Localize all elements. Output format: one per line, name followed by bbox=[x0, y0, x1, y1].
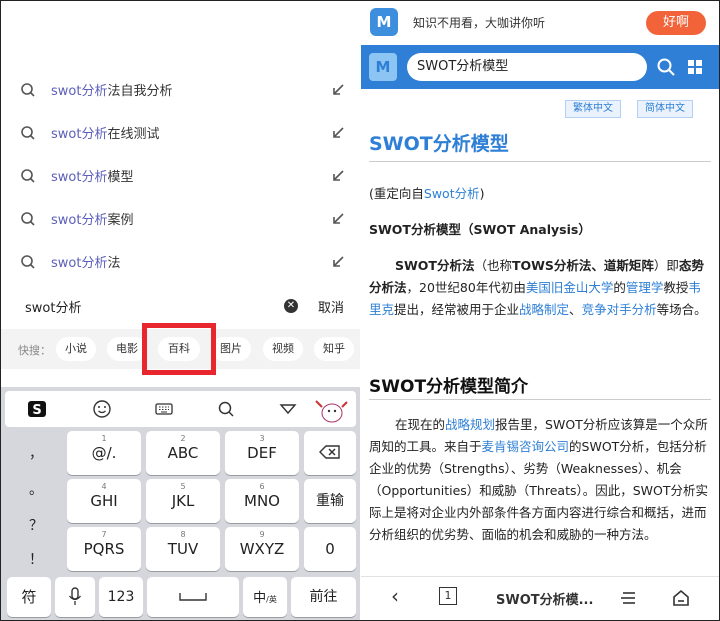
search-icon[interactable] bbox=[216, 399, 236, 419]
number-mode-key[interactable]: 123 bbox=[99, 577, 143, 617]
exclaim-key[interactable]: ！ bbox=[11, 549, 61, 569]
key-5[interactable]: 5 JKL bbox=[146, 479, 220, 523]
intro-paragraph: SWOT分析法（也称TOWS分析法、道斯矩阵）即态势分析法，20世纪80年代初由… bbox=[369, 258, 707, 317]
suggestion-item[interactable]: swot分析法自我分析 bbox=[1, 69, 360, 112]
reenter-key[interactable]: 重输 bbox=[304, 479, 356, 523]
suggestion-text: swot分析法 bbox=[51, 256, 121, 271]
chip-images[interactable]: 图片 bbox=[211, 337, 251, 361]
chip-zhihu[interactable]: 知乎 bbox=[314, 337, 354, 361]
chip-novel[interactable]: 小说 bbox=[56, 337, 96, 361]
language-key[interactable]: 中/英 bbox=[243, 577, 287, 617]
suggestion-text: swot分析模型 bbox=[51, 170, 134, 185]
app-logo-icon: M bbox=[370, 8, 398, 36]
chip-movie[interactable]: 电影 bbox=[107, 337, 147, 361]
section-heading: SWOT分析模型简介 bbox=[369, 377, 529, 397]
search-icon bbox=[21, 212, 35, 226]
cancel-button[interactable]: 取消 bbox=[318, 297, 344, 316]
period-key[interactable]: 。 bbox=[11, 479, 61, 499]
emoji-icon[interactable] bbox=[92, 399, 112, 419]
sogou-logo-icon[interactable]: S bbox=[27, 399, 47, 419]
browser-toolbar: ‹ 1 SWOT分析模... bbox=[361, 576, 719, 620]
key-4[interactable]: 4 GHI bbox=[67, 479, 141, 523]
suggestion-item[interactable]: swot分析模型 bbox=[1, 155, 360, 198]
backspace-key[interactable] bbox=[304, 431, 356, 475]
search-icon bbox=[21, 169, 35, 183]
chip-video[interactable]: 视频 bbox=[263, 337, 303, 361]
quick-search-label: 快搜： bbox=[18, 344, 51, 357]
tabs-button[interactable]: 1 bbox=[439, 587, 457, 605]
search-panel: swot分析法自我分析 swot分析在线测试 swot分析模型 swot分析案例… bbox=[1, 1, 360, 620]
fill-arrow-icon[interactable] bbox=[331, 169, 345, 183]
fill-arrow-icon[interactable] bbox=[331, 255, 345, 269]
collapse-icon[interactable] bbox=[278, 399, 298, 419]
fill-arrow-icon[interactable] bbox=[331, 212, 345, 226]
fill-arrow-icon[interactable] bbox=[331, 83, 345, 97]
suggestion-item[interactable]: swot分析在线测试 bbox=[1, 112, 360, 155]
site-logo-icon[interactable]: M bbox=[369, 53, 397, 81]
site-header: M SWOT分析模型 bbox=[361, 45, 719, 89]
back-button[interactable]: ‹ bbox=[391, 584, 399, 608]
page-title-label: SWOT分析模... bbox=[496, 593, 594, 608]
suggestion-item[interactable]: swot分析法 bbox=[1, 241, 360, 284]
article-subtitle: SWOT分析模型（SWOT Analysis） bbox=[369, 222, 591, 237]
search-icon[interactable] bbox=[656, 57, 676, 77]
link-strategy[interactable]: 战略制定 bbox=[519, 302, 569, 317]
suggestion-text: swot分析在线测试 bbox=[51, 127, 160, 142]
microphone-icon bbox=[68, 587, 82, 605]
key-1[interactable]: 1 @/. bbox=[67, 431, 141, 475]
section-divider bbox=[369, 399, 711, 400]
key-2[interactable]: 2 ABC bbox=[146, 431, 220, 475]
ad-accept-button[interactable]: 好啊 bbox=[646, 11, 706, 35]
browser-page: M 知识不用看，大咖讲你听 好啊 M SWOT分析模型 繁体中文 简体中文 SW… bbox=[361, 1, 719, 620]
link-strategic-planning[interactable]: 战略规划 bbox=[445, 417, 495, 432]
redirect-note: (重定向自Swot分析) bbox=[369, 186, 485, 201]
suggestion-text: swot分析案例 bbox=[51, 213, 134, 228]
backspace-icon bbox=[319, 445, 340, 459]
article-title: SWOT分析模型 bbox=[369, 133, 509, 155]
redirect-link[interactable]: Swot分析 bbox=[424, 186, 480, 201]
symbol-key[interactable]: 符 bbox=[7, 577, 51, 617]
key-0[interactable]: 0 bbox=[304, 527, 356, 571]
go-key[interactable]: 前往 bbox=[291, 577, 356, 617]
fill-arrow-icon[interactable] bbox=[331, 126, 345, 140]
mascot-icon bbox=[315, 400, 348, 423]
search-icon bbox=[21, 83, 35, 97]
ad-text: 知识不用看，大咖讲你听 bbox=[413, 16, 546, 30]
search-input[interactable]: swot分析 bbox=[25, 297, 81, 316]
keyboard: S ， 。 ？ ！ 1 @/. 2 ABC 3 DEF 4 GHI 5 JKL 6 MNO … bbox=[1, 387, 360, 620]
comma-key[interactable]: ， bbox=[11, 443, 61, 463]
link-sfsu[interactable]: 美国旧金山大学 bbox=[526, 280, 614, 295]
key-8[interactable]: 8 TUV bbox=[146, 527, 220, 571]
key-3[interactable]: 3 DEF bbox=[225, 431, 299, 475]
search-icon bbox=[21, 255, 35, 269]
clear-icon[interactable]: ✕ bbox=[284, 299, 298, 313]
home-icon[interactable] bbox=[671, 588, 691, 608]
key-9[interactable]: 9 WXYZ bbox=[225, 527, 299, 571]
menu-icon[interactable] bbox=[619, 590, 637, 606]
search-icon bbox=[21, 126, 35, 140]
section-paragraph: 在现在的战略规划报告里，SWOT分析应该算是一个众所周知的工具。来自于麦肯锡咨询… bbox=[369, 417, 708, 542]
suggestion-item[interactable]: swot分析案例 bbox=[1, 198, 360, 241]
question-key[interactable]: ？ bbox=[11, 515, 61, 535]
search-bar: swot分析 ✕ 取消 bbox=[1, 285, 360, 327]
ad-banner[interactable]: M 知识不用看，大咖讲你听 好啊 bbox=[361, 1, 719, 43]
grid-menu-icon[interactable] bbox=[687, 59, 703, 75]
link-management[interactable]: 管理学 bbox=[626, 280, 664, 295]
key-6[interactable]: 6 MNO bbox=[225, 479, 299, 523]
key-7[interactable]: 7 PQRS bbox=[67, 527, 141, 571]
link-competitor[interactable]: 竞争对手分析 bbox=[582, 302, 657, 317]
voice-key[interactable] bbox=[55, 577, 95, 617]
link-mckinsey[interactable]: 麦肯锡咨询公司 bbox=[482, 439, 570, 454]
svg-text:S: S bbox=[32, 403, 41, 418]
site-search-input[interactable]: SWOT分析模型 bbox=[407, 53, 647, 81]
space-key[interactable] bbox=[147, 577, 239, 617]
highlight-box bbox=[142, 323, 216, 375]
keyboard-icon[interactable] bbox=[154, 399, 174, 419]
simplified-chinese-button[interactable]: 简体中文 bbox=[637, 100, 693, 118]
suggestion-text: swot分析法自我分析 bbox=[51, 84, 173, 99]
keyboard-toolbar: S bbox=[5, 391, 356, 427]
space-icon bbox=[179, 593, 207, 601]
traditional-chinese-button[interactable]: 繁体中文 bbox=[565, 100, 621, 118]
title-divider bbox=[369, 161, 711, 162]
